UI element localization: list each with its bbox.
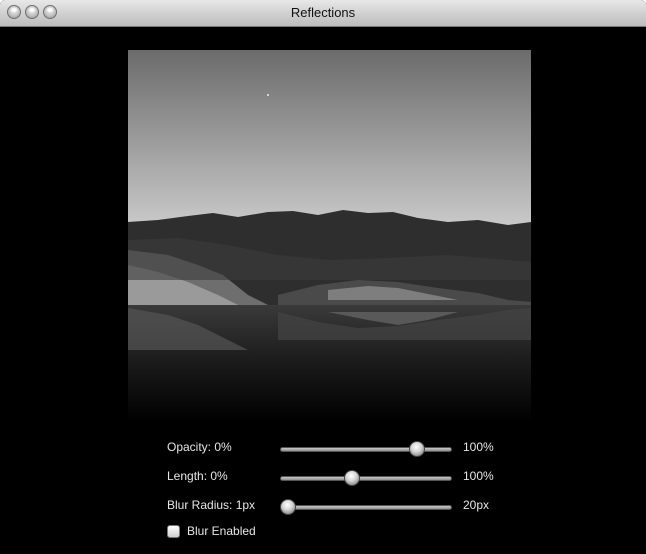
blur-enabled-checkbox[interactable] — [167, 525, 180, 538]
length-label: Length: 0% — [167, 469, 228, 483]
blur-radius-slider-track[interactable] — [280, 505, 452, 510]
window-title: Reflections — [290, 5, 356, 20]
opacity-label: Opacity: 0% — [167, 440, 232, 454]
length-row: Length: 0% 100% — [167, 468, 507, 488]
blur-radius-max-label: 20px — [463, 498, 490, 512]
app-window: Reflections Opacity: 0% 100% Length: 0% … — [0, 0, 646, 554]
title-bar[interactable]: Reflections — [0, 0, 646, 27]
landscape-photo-icon — [128, 50, 531, 422]
opacity-row: Opacity: 0% 100% — [167, 439, 507, 459]
blur-enabled-label: Blur Enabled — [187, 524, 256, 538]
blur-radius-label: Blur Radius: 1px — [167, 498, 256, 512]
content-area: Opacity: 0% 100% Length: 0% 100% Blur Ra… — [0, 27, 646, 554]
opacity-slider-knob[interactable] — [409, 441, 426, 457]
length-slider-track[interactable] — [280, 476, 452, 481]
length-max-label: 100% — [463, 469, 494, 483]
opacity-slider-track[interactable] — [280, 447, 452, 452]
length-slider-knob[interactable] — [343, 470, 360, 486]
landscape-image-with-reflection — [128, 50, 531, 422]
opacity-max-label: 100% — [463, 440, 494, 454]
blur-radius-slider-knob[interactable] — [280, 499, 296, 515]
blur-radius-row: Blur Radius: 1px 20px — [167, 497, 507, 517]
